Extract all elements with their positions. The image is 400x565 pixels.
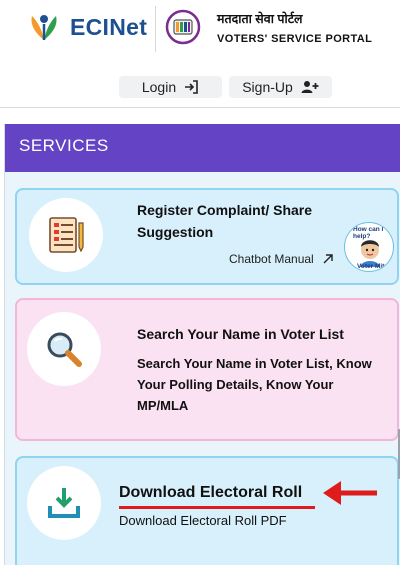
header-divider [155, 6, 156, 52]
auth-bar: Login Sign-Up [0, 62, 400, 108]
card-description: Search Your Name in Voter List, Know You… [137, 356, 372, 413]
login-button[interactable]: Login [119, 76, 222, 98]
search-voter-list-card[interactable]: Search Your Name in Voter List Search Yo… [15, 298, 399, 441]
services-header: SERVICES [5, 124, 400, 172]
login-icon [185, 80, 198, 94]
eci-logo-icon [31, 15, 57, 40]
highlight-underline [119, 506, 315, 509]
card-title: Download Electoral Roll [119, 484, 303, 501]
signup-label: Sign-Up [242, 79, 293, 95]
portal-title-hindi: मतदाता सेवा पोर्टल [217, 12, 303, 26]
external-arrow-icon [323, 254, 333, 264]
download-icon [48, 488, 80, 518]
signup-button[interactable]: Sign-Up [229, 76, 332, 98]
chatbot-manual-link[interactable]: Chatbot Manual [229, 252, 334, 266]
add-user-icon [301, 81, 319, 93]
voters-portal-logo-icon [165, 9, 201, 45]
download-electoral-roll-card[interactable]: Download Electoral Roll Download Elector… [15, 456, 399, 565]
services-title: SERVICES [19, 136, 109, 155]
red-arrow-icon [323, 481, 377, 505]
mascot-bottom-text: Voter Mitra [357, 263, 391, 270]
card-subtitle: Download Electoral Roll PDF [119, 513, 287, 528]
login-label: Login [141, 79, 177, 95]
brand-name: ECINet [70, 14, 148, 40]
services-panel: SERVICES Register Complaint/ Share Sugge… [4, 124, 400, 565]
chatbot-manual-label: Chatbot Manual [229, 252, 314, 266]
app-header: ECINet मतदाता सेवा पोर्टल VOTERS' SERVIC… [0, 0, 400, 62]
card-icon-circle [29, 198, 103, 272]
card-title: Search Your Name in Voter List [137, 326, 344, 342]
mascot-top-text: How can I help? [353, 226, 384, 240]
magnifier-icon [47, 332, 82, 367]
register-complaint-card[interactable]: Register Complaint/ Share Suggestion Cha… [15, 188, 399, 285]
portal-title-english: VOTERS' SERVICE PORTAL [217, 33, 373, 45]
card-title: Register Complaint/ Share Suggestion [137, 202, 313, 240]
card-icon-circle [27, 466, 101, 540]
card-icon-circle [27, 312, 101, 386]
voter-mitra-chatbot-button[interactable]: How can I help? Voter Mitra [344, 222, 394, 272]
form-document-icon [49, 217, 84, 253]
